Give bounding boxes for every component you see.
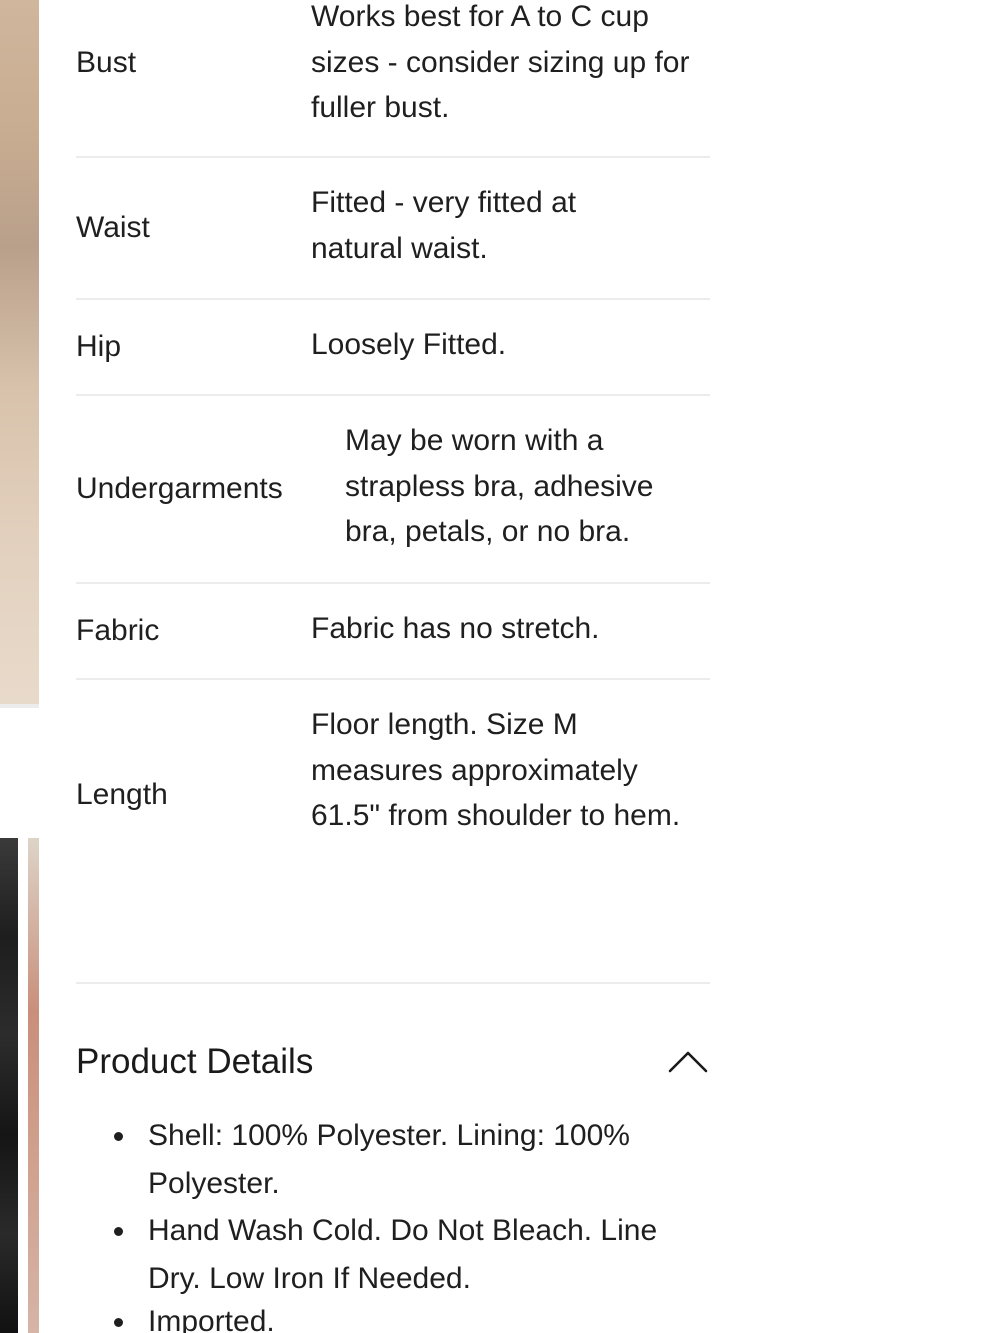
fit-row-bust: Bust Works best for A to C cup sizes - c… <box>76 0 710 158</box>
fit-row-waist: Waist Fitted - very fitted at natural wa… <box>76 158 710 300</box>
fit-row-hip: Hip Loosely Fitted. <box>76 300 710 396</box>
list-item: Shell: 100% Polyester. Lining: 100% Poly… <box>114 1112 718 1207</box>
bullet-icon <box>114 1227 123 1236</box>
fit-value: May be worn with a strapless bra, adhesi… <box>345 424 654 548</box>
product-details-list: Shell: 100% Polyester. Lining: 100% Poly… <box>114 1112 718 1333</box>
fit-label: Length <box>76 778 168 811</box>
fit-label: Bust <box>76 46 137 79</box>
list-item: Hand Wash Cold. Do Not Bleach. Line Dry.… <box>114 1207 718 1302</box>
list-item-text: Shell: 100% Polyester. Lining: 100% Poly… <box>148 1119 630 1200</box>
fit-label: Waist <box>76 211 150 244</box>
fit-value: Loosely Fitted. <box>311 328 507 361</box>
product-details-title: Product Details <box>76 1042 314 1081</box>
section-divider <box>76 982 710 984</box>
fit-label: Fabric <box>76 614 160 647</box>
chevron-up-icon[interactable] <box>668 1042 708 1082</box>
fit-value: Floor length. Size M measures approximat… <box>311 708 681 832</box>
product-image-bottom-secondary[interactable] <box>28 838 39 1333</box>
list-item-text: Hand Wash Cold. Do Not Bleach. Line Dry.… <box>148 1214 658 1295</box>
fit-label: Hip <box>76 330 122 363</box>
fit-label: Undergarments <box>76 472 283 505</box>
product-details-toggle[interactable]: Product Details <box>76 1036 710 1088</box>
fit-value: Works best for A to C cup sizes - consid… <box>311 0 690 124</box>
list-item-text: Imported. <box>148 1305 275 1333</box>
bullet-icon <box>114 1318 123 1327</box>
fit-row-length: Length Floor length. Size M measures app… <box>76 680 710 902</box>
product-image-bottom[interactable] <box>0 838 18 1333</box>
list-item: Imported. <box>114 1298 718 1333</box>
product-page: Bust Works best for A to C cup sizes - c… <box>0 0 1000 1333</box>
fit-value: Fitted - very fitted at natural waist. <box>311 186 577 265</box>
fit-value: Fabric has no stretch. <box>311 612 600 645</box>
product-image-top[interactable] <box>0 0 39 706</box>
fit-row-undergarments: Undergarments May be worn with a straple… <box>76 396 710 584</box>
fit-row-fabric: Fabric Fabric has no stretch. <box>76 584 710 680</box>
image-gap <box>18 838 28 1333</box>
image-shadow-divider <box>0 704 39 708</box>
bullet-icon <box>114 1132 123 1141</box>
